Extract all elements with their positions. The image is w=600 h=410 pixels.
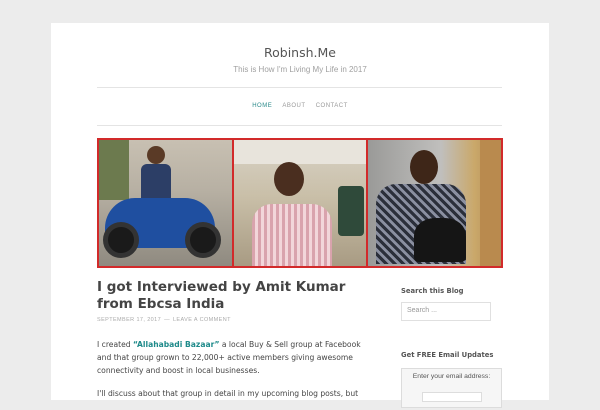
wheel-rear-shape <box>185 222 221 258</box>
wheel-front-shape <box>103 222 139 258</box>
paragraph-text: I created <box>97 340 133 349</box>
page-container: Robinsh.Me This is How I'm Living My Lif… <box>51 23 549 408</box>
person-shirt-shape <box>251 204 332 266</box>
search-widget-title: Search this Blog <box>401 287 464 295</box>
chair-shape <box>337 186 364 236</box>
dog-shape <box>414 218 467 262</box>
site-title[interactable]: Robinsh.Me <box>51 45 549 60</box>
window-shape <box>233 140 367 164</box>
post-paragraph: I'll discuss about that group in detail … <box>97 389 359 398</box>
header-divider <box>97 87 502 88</box>
email-subscribe-box: Enter your email address: <box>401 368 502 408</box>
post-meta: SEPTEMBER 17, 2017— LEAVE A COMMENT <box>97 317 231 323</box>
post-date[interactable]: SEPTEMBER 17, 2017 <box>97 317 161 323</box>
person-head-shape <box>410 150 439 184</box>
meta-separator: — <box>164 317 170 323</box>
nav-item-contact[interactable]: CONTACT <box>316 103 348 109</box>
leave-comment-link[interactable]: LEAVE A COMMENT <box>173 317 231 323</box>
email-label: Enter your email address: <box>412 373 491 380</box>
email-widget-title: Get FREE Email Updates <box>401 351 494 359</box>
site-tagline: This is How I'm Living My Life in 2017 <box>233 65 367 74</box>
search-input[interactable]: Search ... <box>401 302 491 321</box>
door-shape <box>480 140 501 266</box>
main-nav: HOME ABOUT CONTACT <box>51 103 549 109</box>
allahabadi-bazaar-link[interactable]: “Allahabadi Bazaar” <box>133 340 219 349</box>
plant-shape <box>99 140 129 200</box>
post-paragraph: I created “Allahabadi Bazaar” a local Bu… <box>97 338 372 377</box>
person-head-shape <box>273 162 304 196</box>
nav-divider <box>97 125 502 126</box>
banner-photo-dog <box>368 140 502 266</box>
post-title[interactable]: I got Interviewed by Amit Kumar from Ebc… <box>97 279 377 313</box>
banner-photo-office <box>233 140 367 266</box>
person-head-shape <box>147 146 165 164</box>
post-content: I created “Allahabadi Bazaar” a local Bu… <box>97 338 372 410</box>
header-banner-image <box>97 138 503 268</box>
nav-item-home[interactable]: HOME <box>252 103 272 109</box>
banner-photo-motorcycle <box>99 140 232 266</box>
email-input[interactable] <box>422 392 482 402</box>
nav-item-about[interactable]: ABOUT <box>282 103 305 109</box>
